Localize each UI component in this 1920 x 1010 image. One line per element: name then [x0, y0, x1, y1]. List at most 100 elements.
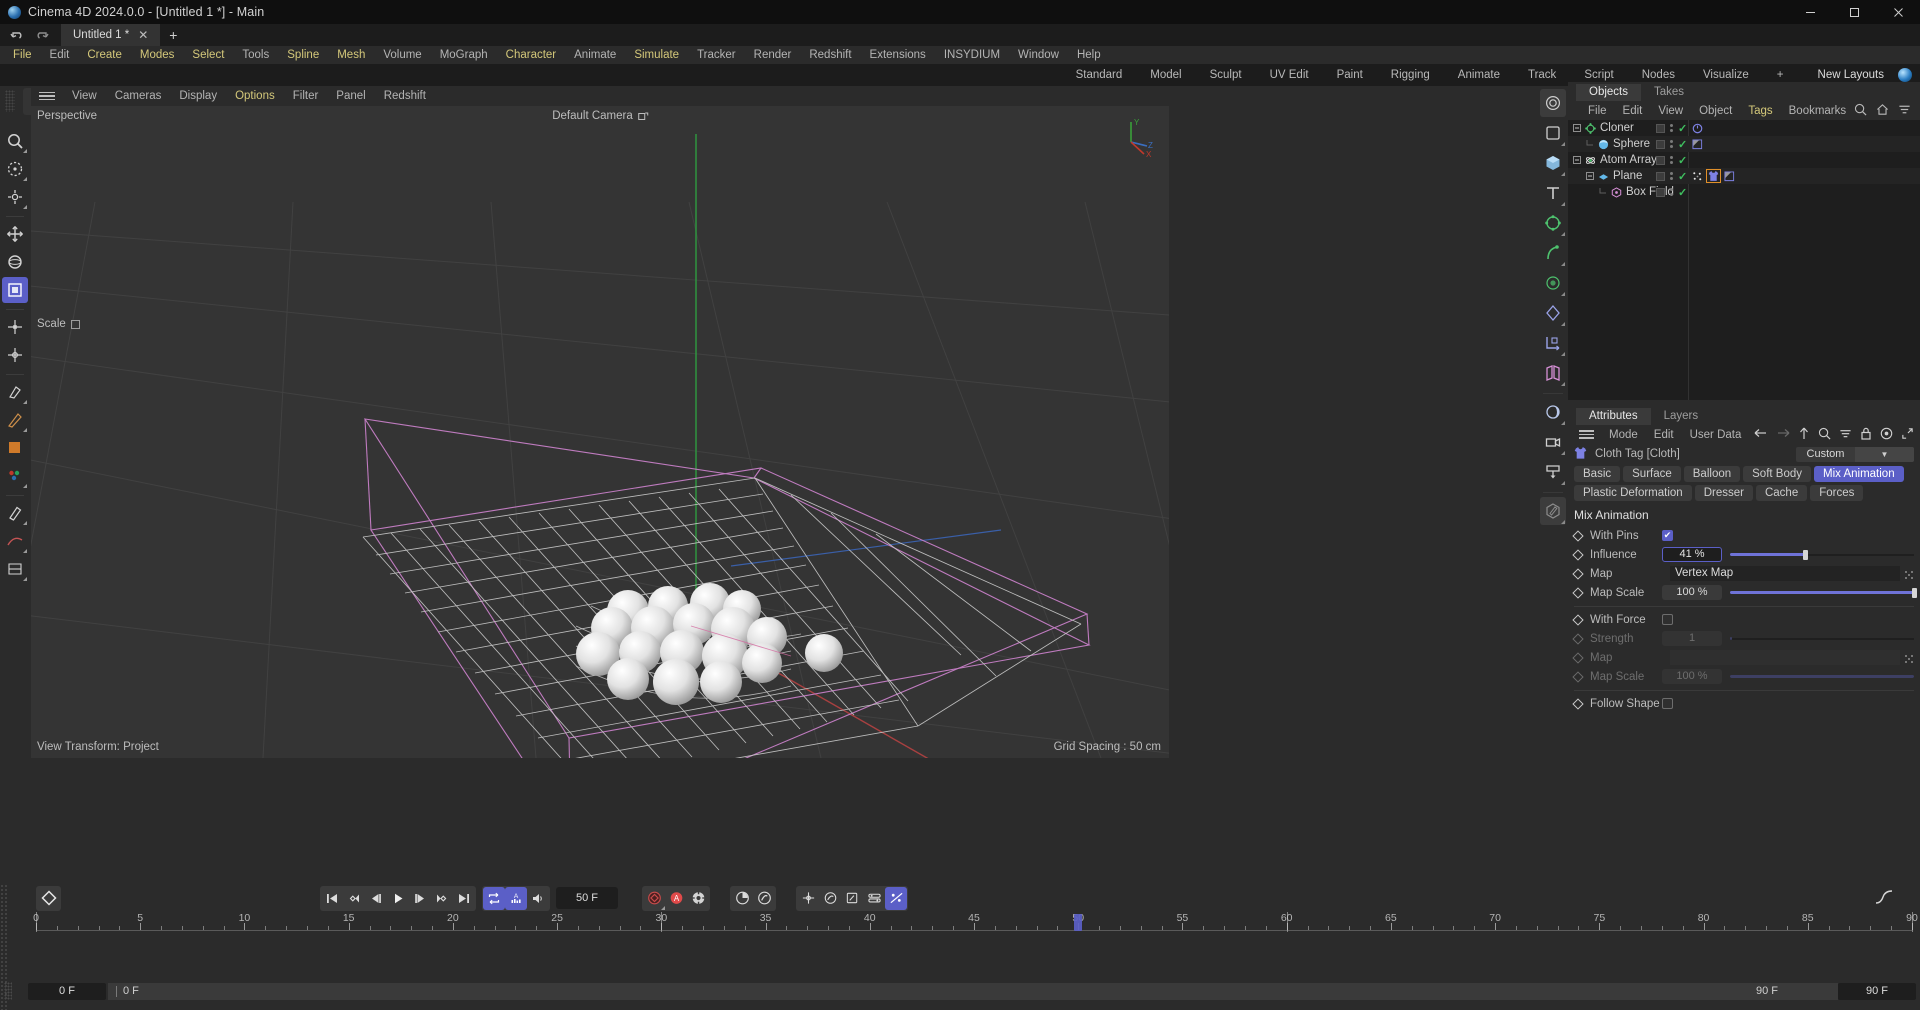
menu-modes[interactable]: Modes: [131, 46, 184, 64]
menu-extensions[interactable]: Extensions: [861, 46, 935, 64]
objects-menu-view[interactable]: View: [1650, 105, 1691, 117]
menu-tools[interactable]: Tools: [233, 46, 278, 64]
slider-influence[interactable]: [1730, 547, 1914, 562]
attr-tab-plastic-deformation[interactable]: Plastic Deformation: [1574, 485, 1692, 501]
prev-frame-icon[interactable]: [365, 887, 387, 910]
viewport-menu-filter[interactable]: Filter: [284, 86, 328, 106]
cloth-simulation-icon[interactable]: [1540, 359, 1566, 387]
menu-select[interactable]: Select: [183, 46, 233, 64]
slider-map-scale[interactable]: [1730, 585, 1914, 600]
viewport-menu-options[interactable]: Options: [226, 86, 284, 106]
vertexmap-tag-icon[interactable]: [1692, 171, 1703, 182]
attr-tab-balloon[interactable]: Balloon: [1684, 466, 1740, 482]
attributes-menu-mode[interactable]: Mode: [1601, 429, 1646, 441]
move-key-icon[interactable]: [797, 887, 819, 910]
redo-icon[interactable]: [34, 29, 49, 41]
object-row[interactable]: Atom Array✓: [1568, 152, 1920, 168]
scale-tool-icon[interactable]: [2, 277, 28, 303]
attr-tab-basic[interactable]: Basic: [1574, 466, 1620, 482]
animate-keyframe-icon[interactable]: [1572, 671, 1583, 682]
deformer-bend-icon[interactable]: [1540, 239, 1566, 267]
lock-icon[interactable]: [1860, 427, 1872, 443]
enable-check-icon[interactable]: ✓: [1678, 186, 1687, 199]
search-icon[interactable]: [1818, 427, 1831, 443]
animate-keyframe-icon[interactable]: [1572, 614, 1583, 625]
layout-model[interactable]: Model: [1136, 64, 1195, 86]
drag-handle-icon[interactable]: [1904, 653, 1914, 663]
clock-tag-icon[interactable]: [1692, 123, 1703, 134]
phong-tag-icon[interactable]: [1724, 171, 1735, 182]
target-icon[interactable]: [1880, 427, 1893, 443]
menu-file[interactable]: File: [4, 46, 41, 64]
live-selection-icon[interactable]: [2, 156, 28, 182]
twirl-toggle-icon[interactable]: [1572, 156, 1582, 164]
layout-paint[interactable]: Paint: [1323, 64, 1377, 86]
tab-layers[interactable]: Layers: [1651, 408, 1712, 425]
menu-volume[interactable]: Volume: [374, 46, 430, 64]
layer-color-swatch[interactable]: [1656, 188, 1665, 197]
home-icon[interactable]: [1876, 103, 1889, 119]
object-row[interactable]: Plane✓: [1568, 168, 1920, 184]
layer-color-swatch[interactable]: [1656, 172, 1665, 181]
menu-character[interactable]: Character: [497, 46, 566, 64]
phong-tag-icon[interactable]: [1692, 139, 1703, 150]
viewport-menu-display[interactable]: Display: [170, 86, 226, 106]
go-to-end-icon[interactable]: [453, 887, 475, 910]
menu-mograph[interactable]: MoGraph: [431, 46, 497, 64]
visibility-dots-icon[interactable]: [1670, 140, 1673, 148]
move-points-icon[interactable]: [2, 314, 28, 340]
object-tree[interactable]: Cloner✓Sphere✓Atom Array✓Plane✓Box Field…: [1568, 120, 1920, 400]
null-object-icon[interactable]: [1540, 119, 1566, 147]
layout-animate[interactable]: Animate: [1444, 64, 1514, 86]
play-icon[interactable]: [387, 887, 409, 910]
visibility-dots-icon[interactable]: [1670, 172, 1673, 180]
animate-keyframe-icon[interactable]: [1572, 652, 1583, 663]
menu-help[interactable]: Help: [1068, 46, 1110, 64]
twirl-toggle-icon[interactable]: [1585, 172, 1595, 180]
tab-takes[interactable]: Takes: [1641, 84, 1697, 101]
forward-arrow-icon[interactable]: [1776, 427, 1790, 442]
enable-check-icon[interactable]: ✓: [1678, 138, 1687, 151]
rotation-key-icon[interactable]: [753, 887, 775, 910]
coordinate-axis-icon[interactable]: [1540, 329, 1566, 357]
menu-mesh[interactable]: Mesh: [328, 46, 374, 64]
maximize-button[interactable]: [1832, 0, 1876, 24]
menu-tracker[interactable]: Tracker: [688, 46, 745, 64]
scale-key-icon[interactable]: [841, 887, 863, 910]
up-arrow-icon[interactable]: [1798, 427, 1810, 443]
loop-icon[interactable]: [483, 887, 505, 910]
minimize-button[interactable]: [1788, 0, 1832, 24]
object-row[interactable]: Box Field✓: [1568, 184, 1920, 200]
undo-icon[interactable]: [10, 29, 25, 41]
layout-sculpt[interactable]: Sculpt: [1196, 64, 1256, 86]
enable-check-icon[interactable]: ✓: [1678, 154, 1687, 167]
viewport-axis-gizmo[interactable]: Y Z X: [1113, 116, 1155, 158]
knife-tool-icon[interactable]: [2, 556, 28, 582]
viewport-menu-view[interactable]: View: [63, 86, 106, 106]
layer-color-swatch[interactable]: [1656, 156, 1665, 165]
chevron-down-icon[interactable]: ▼: [1855, 447, 1914, 462]
enable-check-icon[interactable]: ✓: [1678, 170, 1687, 183]
paint-tool-icon[interactable]: [2, 463, 28, 489]
next-key-icon[interactable]: [431, 887, 453, 910]
search-icon[interactable]: [1854, 103, 1867, 119]
attr-tab-dresser[interactable]: Dresser: [1695, 485, 1753, 501]
animation-curve-button[interactable]: [1874, 887, 1894, 910]
timeline-track[interactable]: 0 F 90 F: [108, 983, 1838, 1000]
camera-object-icon[interactable]: [1540, 428, 1566, 456]
new-tab-button[interactable]: +: [160, 24, 186, 46]
mograph-cloner-icon[interactable]: [1540, 209, 1566, 237]
objects-menu-tags[interactable]: Tags: [1740, 105, 1780, 117]
slider-map-scale[interactable]: [1730, 669, 1914, 684]
animate-keyframe-icon[interactable]: [1572, 587, 1583, 598]
field-object-icon[interactable]: [1540, 269, 1566, 297]
light-object-icon[interactable]: [1540, 398, 1566, 426]
value-field-map-scale[interactable]: 100 %: [1662, 669, 1722, 684]
filter-icon[interactable]: [1839, 427, 1852, 443]
animate-keyframe-icon[interactable]: [1572, 549, 1583, 560]
current-frame-field[interactable]: 50 F: [556, 887, 618, 909]
layout-uv-edit[interactable]: UV Edit: [1256, 64, 1323, 86]
range-start-field[interactable]: 0 F: [28, 983, 106, 1000]
animate-keyframe-icon[interactable]: [1572, 530, 1583, 541]
drag-handle-icon[interactable]: [1904, 569, 1914, 579]
